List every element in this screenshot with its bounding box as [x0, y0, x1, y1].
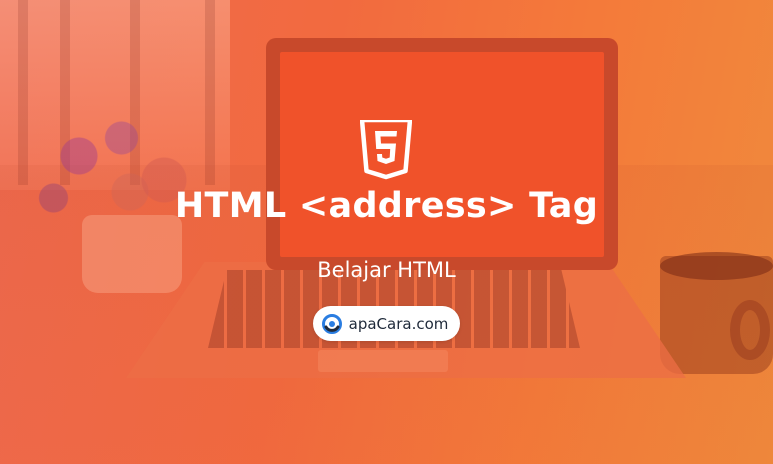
background-laptop-screen [280, 52, 604, 257]
banner-image: HTML <address> Tag Belajar HTML apaCara.… [0, 0, 773, 464]
window-bar [205, 0, 215, 185]
apacara-logo-icon [321, 313, 342, 334]
background-laptop-trackpad [318, 350, 448, 372]
brand-link-button[interactable]: apaCara.com [313, 306, 460, 341]
page-subtitle-text: Belajar HTML [317, 258, 456, 282]
window-bar [18, 0, 28, 185]
brand-label: apaCara.com [348, 314, 449, 333]
html5-logo-icon [360, 120, 412, 180]
page-title: HTML <address> Tag [0, 186, 773, 226]
page-subtitle: Belajar HTML [0, 258, 773, 282]
page-title-text: HTML <address> Tag [174, 186, 599, 226]
